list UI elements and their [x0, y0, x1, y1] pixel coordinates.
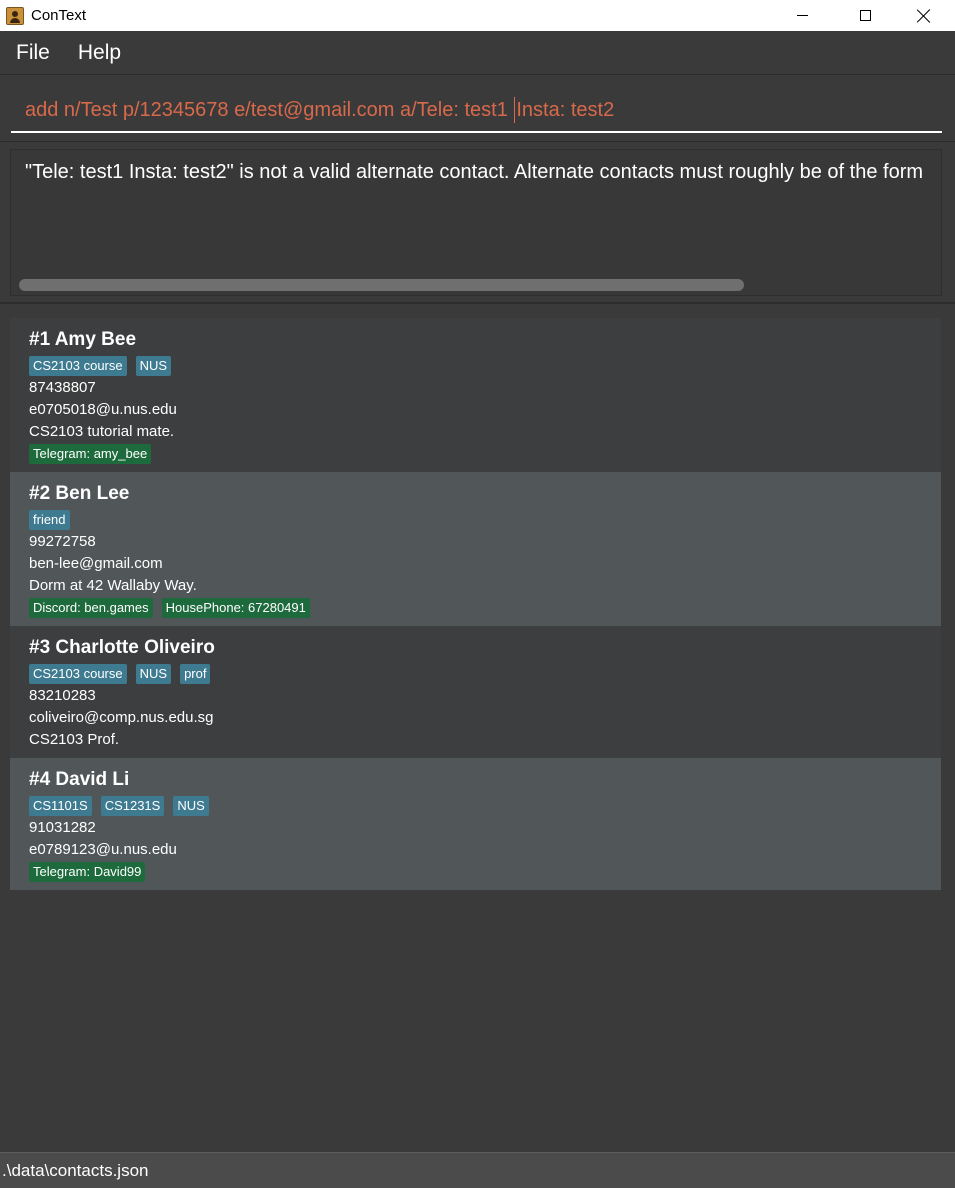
person-name: #3 Charlotte Oliveiro — [29, 637, 215, 658]
person-phone: 99272758 — [29, 533, 96, 550]
command-box: add n/Test p/12345678 e/test@gmail.com a… — [0, 76, 955, 142]
minimize-button[interactable] — [779, 0, 825, 31]
close-button[interactable] — [901, 0, 947, 31]
alternate-contact-tag: HousePhone: 67280491 — [161, 598, 310, 618]
person-note: Dorm at 42 Wallaby Way. — [29, 577, 197, 594]
alternate-contact-row: Telegram: David99 — [29, 861, 941, 883]
person-card[interactable]: #1 Amy Bee CS2103 course NUS 87438807 e0… — [10, 318, 941, 472]
tag: NUS — [135, 664, 172, 684]
command-text-after-caret: Insta: test2 — [516, 98, 615, 121]
tag: CS2103 course — [29, 356, 127, 376]
maximize-button[interactable] — [842, 0, 888, 31]
tag: NUS — [173, 796, 209, 816]
tag-row: friend — [29, 509, 941, 531]
person-card[interactable]: #3 Charlotte Oliveiro CS2103 course NUS … — [10, 626, 941, 758]
contacts-book-icon — [6, 6, 24, 25]
person-email: e0705018@u.nus.edu — [29, 401, 177, 418]
menu-help[interactable]: Help — [78, 41, 121, 65]
tag: CS2103 course — [29, 664, 127, 684]
window-title: ConText — [31, 7, 87, 24]
minimize-icon — [796, 15, 808, 16]
alternate-contact-tag: Telegram: amy_bee — [29, 444, 152, 464]
result-display-area: "Tele: test1 Insta: test2" is not a vali… — [0, 143, 955, 304]
tag: CS1101S — [29, 796, 92, 816]
person-note: CS2103 tutorial mate. — [29, 423, 175, 440]
person-phone: 91031282 — [29, 819, 96, 836]
close-icon — [917, 9, 931, 23]
alternate-contact-row: Telegram: amy_bee — [29, 443, 941, 465]
person-list: #1 Amy Bee CS2103 course NUS 87438807 e0… — [10, 318, 941, 890]
person-email: coliveiro@comp.nus.edu.sg — [29, 709, 214, 726]
command-input[interactable]: add n/Test p/12345678 e/test@gmail.com a… — [11, 89, 942, 133]
text-caret — [514, 97, 516, 123]
person-phone: 87438807 — [29, 379, 96, 396]
horizontal-scrollbar[interactable] — [17, 278, 937, 292]
alternate-contact-tag: Telegram: David99 — [29, 862, 146, 882]
save-location-path: .\data\contacts.json — [2, 1160, 149, 1180]
tag: NUS — [135, 356, 172, 376]
command-text-before-caret: add n/Test p/12345678 e/test@gmail.com a… — [25, 98, 514, 121]
title-bar: ConText — [0, 0, 955, 31]
person-phone: 83210283 — [29, 687, 96, 704]
tag: friend — [29, 510, 70, 530]
tag-row: CS1101S CS1231S NUS — [29, 795, 941, 817]
person-name: #2 Ben Lee — [29, 483, 130, 504]
alternate-contact-row: Discord: ben.games HousePhone: 67280491 — [29, 597, 941, 619]
person-card[interactable]: #2 Ben Lee friend 99272758 ben-lee@gmail… — [10, 472, 941, 626]
tag: CS1231S — [100, 796, 165, 816]
person-name: #4 David Li — [29, 769, 130, 790]
menu-bar: File Help — [0, 31, 955, 75]
status-bar: .\data\contacts.json — [0, 1152, 955, 1188]
person-email: ben-lee@gmail.com — [29, 555, 163, 572]
tag-row: CS2103 course NUS prof — [29, 663, 941, 685]
person-card[interactable]: #4 David Li CS1101S CS1231S NUS 91031282… — [10, 758, 941, 890]
result-display[interactable]: "Tele: test1 Insta: test2" is not a vali… — [10, 149, 942, 296]
menu-file[interactable]: File — [16, 41, 50, 65]
tag: prof — [180, 664, 211, 684]
result-message: "Tele: test1 Insta: test2" is not a vali… — [25, 161, 924, 183]
tag-row: CS2103 course NUS — [29, 355, 941, 377]
person-email: e0789123@u.nus.edu — [29, 841, 177, 858]
scrollbar-thumb[interactable] — [19, 279, 744, 291]
person-note: CS2103 Prof. — [29, 731, 120, 748]
alternate-contact-tag: Discord: ben.games — [29, 598, 153, 618]
person-name: #1 Amy Bee — [29, 329, 137, 350]
maximize-icon — [859, 10, 871, 21]
